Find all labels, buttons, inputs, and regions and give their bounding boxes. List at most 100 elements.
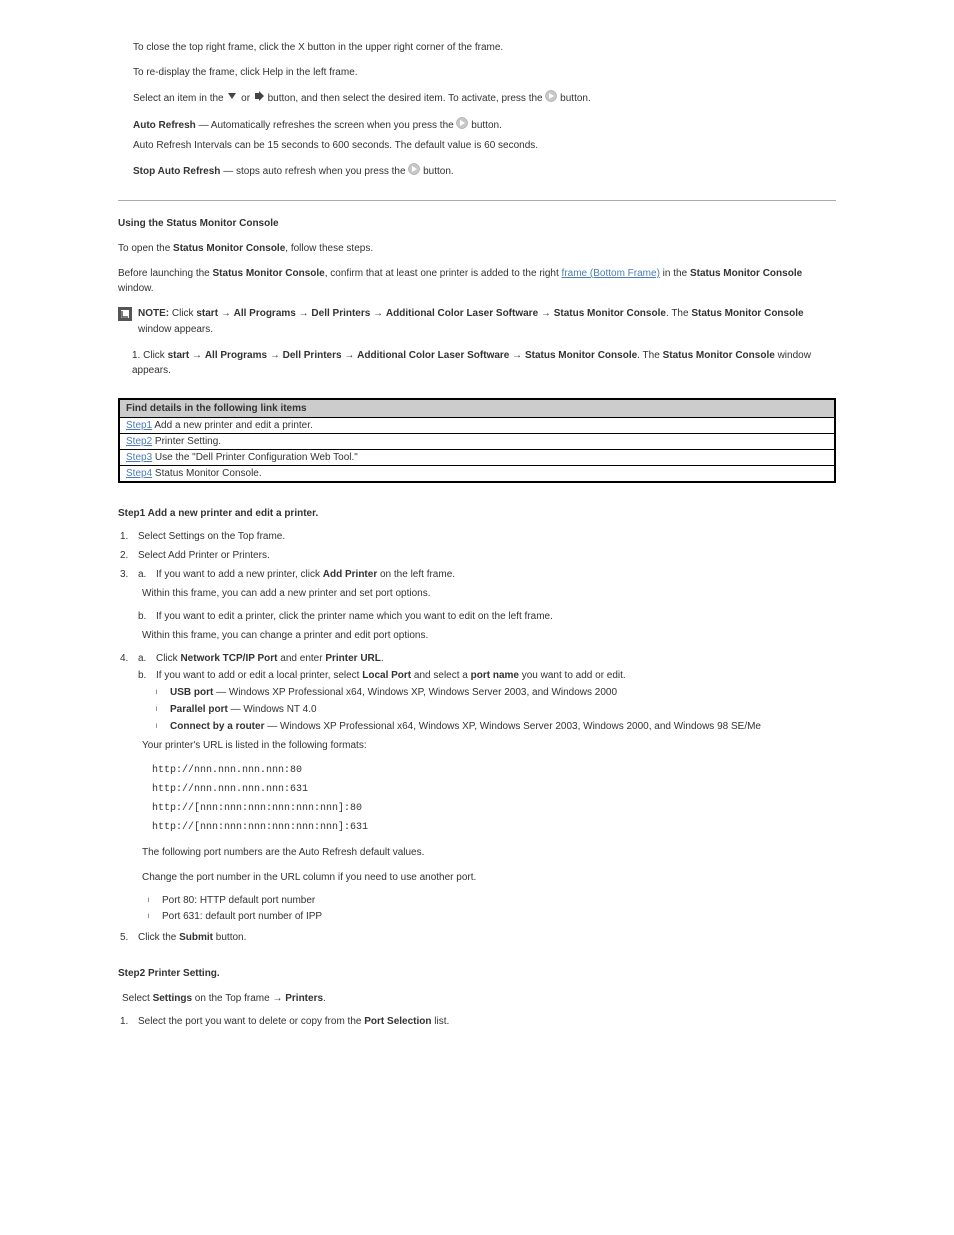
text: and select a <box>411 670 470 681</box>
text: — Windows XP Professional x64, Windows X… <box>264 721 761 732</box>
text: on the Top frame <box>192 993 272 1004</box>
text: Network TCP/IP Port <box>180 653 277 664</box>
right-arrow-icon <box>253 91 265 106</box>
text: in the <box>660 268 690 279</box>
text: . <box>323 993 326 1004</box>
text: Parallel port <box>170 704 228 715</box>
text: Auto Refresh <box>133 120 196 131</box>
text: 1. <box>132 350 140 361</box>
text: button. <box>560 93 591 104</box>
text: , follow these steps. <box>285 243 373 254</box>
text: Status Monitor Console <box>690 268 802 279</box>
url-text: http://nnn.nnn.nnn.nnn:631 <box>152 782 836 797</box>
text: Change the port number in the URL column… <box>142 872 476 883</box>
text: Within this frame, you can add a new pri… <box>142 588 431 599</box>
list-number: 1. <box>120 1016 128 1027</box>
text: — stops auto refresh when you press the <box>220 166 408 177</box>
step2-title: Step2 Printer Setting. <box>118 968 836 979</box>
text: and enter <box>278 653 326 664</box>
step-link[interactable]: Step2 <box>126 436 152 447</box>
bottom-frame-link[interactable]: frame (Bottom Frame) <box>562 268 660 279</box>
text: Status Monitor Console <box>554 308 666 319</box>
text: To open the <box>118 243 173 254</box>
note-label: NOTE: <box>138 308 172 319</box>
text: Additional Color Laser Software <box>357 350 512 361</box>
url-text: http://nnn.nnn.nnn.nnn:80 <box>152 763 836 778</box>
text: window appears. <box>138 324 213 335</box>
arrow-icon: → <box>221 308 234 319</box>
text: Status Monitor Console <box>213 268 325 279</box>
list-letter: a. <box>138 569 146 580</box>
list-letter: b. <box>138 670 146 681</box>
text: start <box>168 350 190 361</box>
text: or <box>241 93 253 104</box>
text: button. <box>471 120 502 131</box>
text: Port 80: <box>162 895 200 906</box>
text: Click the <box>138 932 179 943</box>
text: Port Selection <box>364 1016 431 1027</box>
text: HTTP default port number <box>200 895 315 906</box>
text: Status Monitor Console <box>691 308 803 319</box>
text: Your printer's URL is listed in the foll… <box>142 740 367 751</box>
text: Printers <box>285 993 323 1004</box>
text: on the left frame. <box>377 569 455 580</box>
text: Add Printer <box>323 569 377 580</box>
down-triangle-icon <box>226 91 238 106</box>
link-table: Find details in the following link items… <box>118 398 836 483</box>
arrow-icon: → <box>373 308 383 319</box>
text: default port number of IPP <box>205 911 322 922</box>
text: . <box>381 653 384 664</box>
text: All Programs <box>234 308 299 319</box>
text: button. <box>213 932 246 943</box>
text: Stop Auto Refresh <box>133 166 220 177</box>
arrow-icon: → <box>299 308 309 319</box>
text: — Windows NT 4.0 <box>228 704 317 715</box>
go-button-icon <box>545 90 557 107</box>
text: USB port <box>170 687 213 698</box>
list-number: 2. <box>120 550 128 561</box>
text: . The <box>637 350 662 361</box>
text: button. <box>423 166 454 177</box>
text: window. <box>118 283 154 294</box>
text: you want to add or edit. <box>519 670 626 681</box>
text: Printer URL <box>325 653 381 664</box>
arrow-icon: → <box>344 350 354 361</box>
text: Click <box>156 653 180 664</box>
text: All Programs <box>205 350 270 361</box>
text: Additional Color Laser Software <box>386 308 541 319</box>
text: Select Settings on the Top frame. <box>138 531 285 542</box>
arrow-icon: → <box>512 350 522 361</box>
text: Status Monitor Console <box>663 350 775 361</box>
text: If you want to edit a printer, click the… <box>156 611 553 622</box>
text: Dell Printers <box>311 308 373 319</box>
text: If you want to add or edit a local print… <box>156 670 362 681</box>
text: To re-display the frame, click Help in t… <box>133 67 358 78</box>
text: Before launching the <box>118 268 213 279</box>
text: To close the top right frame, click the … <box>133 42 503 53</box>
list-letter: b. <box>138 611 146 622</box>
text: Click <box>143 350 167 361</box>
text: button, and then select the desired item… <box>268 93 546 104</box>
text: Add a new printer and edit a printer. <box>152 420 313 431</box>
text: Port 631: <box>162 911 205 922</box>
text: Auto Refresh Intervals can be 15 seconds… <box>133 140 538 151</box>
text: Within this frame, you can change a prin… <box>142 630 428 641</box>
subheading: Using the Status Monitor Console <box>118 216 836 231</box>
text: Select Add Printer or Printers. <box>138 550 270 561</box>
step-link[interactable]: Step3 <box>126 452 152 463</box>
divider <box>118 200 836 201</box>
list-letter: a. <box>138 653 146 664</box>
url-text: http://[nnn:nnn:nnn:nnn:nnn:nnn]:80 <box>152 801 836 816</box>
text: The following port numbers are the Auto … <box>142 847 424 858</box>
text: start <box>196 308 218 319</box>
step-link[interactable]: Step4 <box>126 468 152 479</box>
text: Printer Setting. <box>152 436 221 447</box>
text: Use the "Dell Printer Configuration Web … <box>152 452 358 463</box>
text: Click <box>172 308 196 319</box>
url-text: http://[nnn:nnn:nnn:nnn:nnn:nnn]:631 <box>152 820 836 835</box>
step-link[interactable]: Step1 <box>126 420 152 431</box>
arrow-icon: → <box>272 993 285 1004</box>
go-button-icon <box>408 163 420 180</box>
text: list. <box>432 1016 450 1027</box>
arrow-icon: → <box>270 350 280 361</box>
